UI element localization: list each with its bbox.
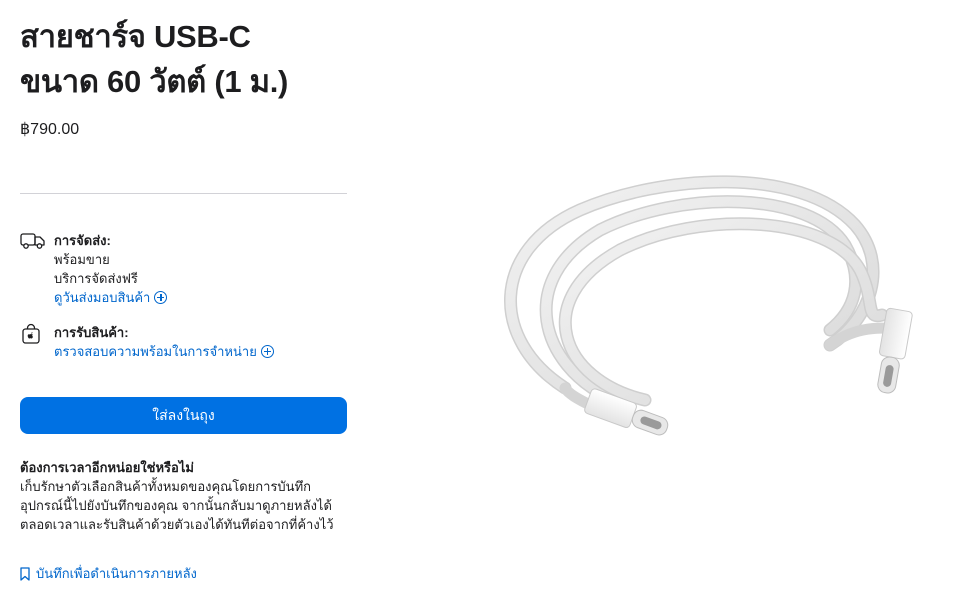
delivery-status: พร้อมขาย [54,252,110,267]
delivery-section: การจัดส่ง: พร้อมขาย บริการจัดส่งฟรี ดูวั… [20,231,347,311]
product-price: ฿790.00 [20,121,80,138]
pickup-availability-link[interactable]: ตรวจสอบความพร้อมในการจำหน่าย [54,342,344,361]
delivery-shipping: บริการจัดส่งฟรี [54,271,138,286]
add-to-bag-button[interactable]: ใส่ลงในถุง [20,397,347,434]
plus-circle-icon[interactable] [260,345,274,358]
divider [20,193,347,194]
delivery-date-link[interactable]: ดูวันส่งมอบสินค้า [54,288,344,307]
save-for-later-link[interactable]: บันทึกเพื่อดำเนินการภายหลัง [20,563,197,584]
plus-circle-icon[interactable] [154,291,168,304]
pickup-availability-link-label[interactable]: ตรวจสอบความพร้อมในการจำหน่าย [54,344,257,359]
delivery-date-link-label[interactable]: ดูวันส่งมอบสินค้า [54,290,150,305]
add-to-bag-label[interactable]: ใส่ลงในถุง [152,405,215,427]
product-title-line1: สายชาร์จ USB-C [20,19,251,54]
truck-icon [20,231,46,253]
product-title: สายชาร์จ USB-C ขนาด 60 วัตต์ (1 ม.) [20,14,360,104]
product-title-line2: ขนาด 60 วัตต์ (1 ม.) [20,64,289,99]
save-heading: ต้องการเวลาอีกหน่อยใช่หรือไม่ [20,460,194,475]
save-for-later-label[interactable]: บันทึกเพื่อดำเนินการภายหลัง [36,563,197,584]
pickup-section: การรับสินค้า: ตรวจสอบความพร้อมในการจำหน่… [20,323,347,363]
product-image [470,130,950,490]
bookmark-icon[interactable] [20,566,30,581]
pickup-heading: การรับสินค้า: [54,325,129,340]
delivery-heading: การจัดส่ง: [54,233,111,248]
save-description: เก็บรักษาตัวเลือกสินค้าทั้งหมดของคุณโดยก… [20,479,334,532]
save-for-later-section: ต้องการเวลาอีกหน่อยใช่หรือไม่ เก็บรักษาต… [20,458,347,534]
store-bag-icon [20,323,46,345]
